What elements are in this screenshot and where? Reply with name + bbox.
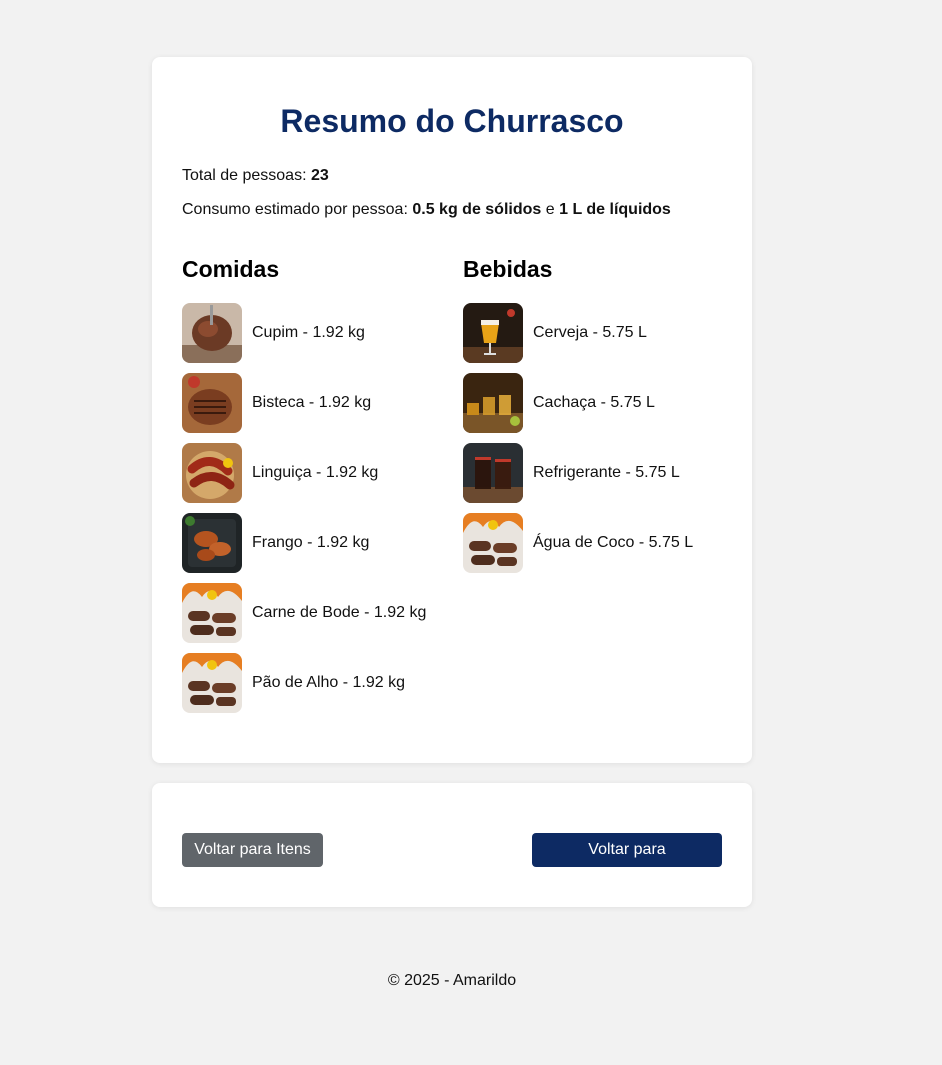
linguica-photo-icon [182, 443, 242, 503]
drink-item-cerveja: Cerveja - 5.75 L [463, 303, 647, 363]
drinks-heading: Bebidas [463, 256, 553, 282]
cupim-photo-icon [182, 303, 242, 363]
food-item-pao-de-alho: Pão de Alho - 1.92 kg [182, 653, 405, 713]
page-title: Resumo do Churrasco [280, 103, 624, 139]
total-people-line: Total de pessoas: 23 [182, 167, 329, 185]
consumption-line: Consumo estimado por pessoa: 0.5 kg de s… [182, 201, 671, 219]
drink-item-refrigerante: Refrigerante - 5.75 L [463, 443, 680, 503]
total-people-value: 23 [310, 167, 329, 184]
food-item-label: Bisteca - 1.92 kg [252, 394, 372, 411]
foods-heading: Comidas [182, 256, 280, 282]
food-item-label: Cupim - 1.92 kg [252, 324, 365, 341]
consumption-connector: e [545, 201, 555, 218]
bbq-photo-icon [182, 653, 242, 713]
food-item-label: Linguiça - 1.92 kg [252, 464, 379, 481]
food-item-cupim: Cupim - 1.92 kg [182, 303, 365, 363]
solids-value: 0.5 kg de sólidos [412, 201, 542, 218]
food-item-frango: Frango - 1.92 kg [182, 513, 369, 573]
back-to-items-button[interactable]: Voltar para Itens [182, 833, 323, 867]
drink-item-label: Água de Coco - 5.75 L [533, 534, 694, 551]
food-item-label: Carne de Bode - 1.92 kg [252, 604, 427, 621]
navigation-card: Voltar para Itens Voltar para Convidados [152, 783, 752, 907]
bbq-photo-icon [182, 583, 242, 643]
total-people-label: Total de pessoas: [182, 167, 307, 184]
cachaca-photo-icon [463, 373, 523, 433]
bbq-photo-icon [463, 513, 523, 573]
food-item-carne-de-bode: Carne de Bode - 1.92 kg [182, 583, 426, 643]
food-item-label: Frango - 1.92 kg [252, 534, 370, 551]
drink-item-label: Refrigerante - 5.75 L [533, 464, 680, 481]
food-item-linguica: Linguiça - 1.92 kg [182, 443, 378, 503]
summary-card: Resumo do Churrasco Total de pessoas: 23… [152, 57, 752, 763]
footer: © 2025 - Amarildo [387, 972, 517, 989]
frango-photo-icon [182, 513, 242, 573]
drink-item-agua-de-coco: Água de Coco - 5.75 L [463, 513, 693, 573]
liquids-value: 1 L de líquidos [559, 201, 671, 218]
drink-item-cachaca: Cachaça - 5.75 L [463, 373, 655, 433]
drink-item-label: Cerveja - 5.75 L [533, 324, 647, 341]
soda-photo-icon [463, 443, 523, 503]
back-to-guests-button[interactable]: Voltar para Convidados [532, 833, 722, 892]
bisteca-photo-icon [182, 373, 242, 433]
beer-photo-icon [463, 303, 523, 363]
food-item-bisteca: Bisteca - 1.92 kg [182, 373, 371, 433]
drink-item-label: Cachaça - 5.75 L [533, 394, 655, 411]
food-item-label: Pão de Alho - 1.92 kg [252, 674, 405, 691]
consumption-label: Consumo estimado por pessoa: [182, 201, 408, 218]
